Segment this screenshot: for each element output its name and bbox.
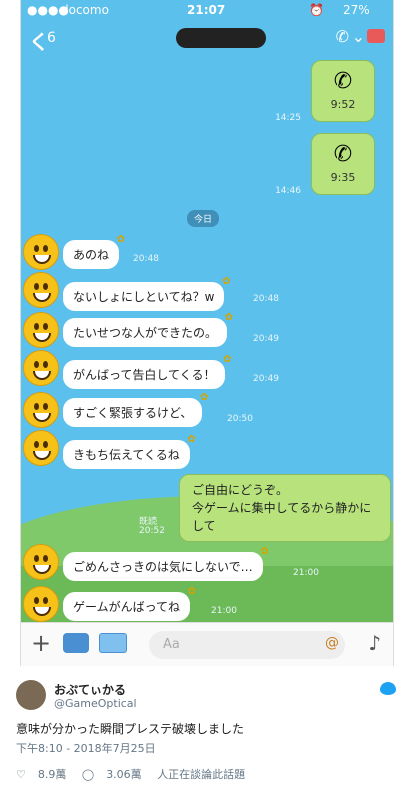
redacted-contact-name (176, 28, 266, 48)
message-bubble[interactable]: たいせつな人ができたの。 ✿ (63, 312, 233, 347)
unread-count: 6 (47, 30, 56, 46)
message-bubble[interactable]: すごく緊張するけど、 ✿ (63, 392, 208, 427)
avatar[interactable] (23, 234, 59, 270)
message-bubble[interactable]: ないしょにしといてね？w ✿ (63, 276, 230, 311)
avatar[interactable] (23, 544, 59, 580)
carrier: docomo (61, 3, 109, 17)
back-icon[interactable]: く (29, 26, 49, 55)
tweet-handle[interactable]: @GameOptical (54, 697, 137, 710)
image-icon[interactable] (99, 633, 127, 653)
twitter-bird-icon[interactable] (380, 682, 396, 695)
message-text: あのね (73, 248, 110, 262)
camera-icon[interactable] (63, 633, 89, 653)
phone-call-icon[interactable]: ✆ (336, 27, 349, 46)
menu-icon[interactable] (367, 29, 385, 43)
call-bubble[interactable]: ✆ 9:35 (311, 133, 375, 195)
chat-header: く 6 ✆ ⌄ (21, 20, 393, 58)
avatar[interactable] (23, 430, 59, 466)
like-count: 8.9萬 (37, 768, 67, 781)
phone-icon: ✆ (333, 69, 353, 94)
message-text: たいせつな人ができたの。 (73, 326, 218, 340)
sticker-icon[interactable]: @ (325, 635, 339, 651)
message-bubble[interactable]: ごめんさっきのは気にしないで… ✿ (63, 546, 269, 581)
bee-icon: ✿ (187, 434, 196, 445)
bee-icon: ✿ (187, 586, 197, 597)
message-bubble[interactable]: がんばって告白してくる！ ✿ (63, 354, 231, 389)
message-text: ないしょにしといてね？w (73, 290, 215, 304)
bee-icon: ✿ (200, 392, 209, 403)
bee-icon: ✿ (223, 354, 232, 365)
message-text: がんばって告白してくる！ (73, 368, 216, 382)
chevron-down-icon[interactable]: ⌄ (352, 27, 365, 46)
chat-screenshot: ●●●● docomo 21:07 ⏰ 27% く 6 ✆ ⌄ ✆ 9:52 1… (20, 0, 394, 666)
message-text: すごく緊張するけど、 (73, 406, 193, 420)
bee-icon: ✿ (116, 234, 126, 245)
tweet-author-name[interactable]: おぷてぃかる (54, 681, 126, 698)
bee-icon: ✿ (222, 276, 231, 287)
input-bar: + Aa @ ♪ (21, 622, 393, 666)
plus-icon[interactable]: + (31, 629, 51, 657)
message-time: 21:00 (211, 606, 237, 616)
tweet-date[interactable]: 下午8:10 - 2018年7月25日 (16, 740, 156, 756)
alarm-icon: ⏰ (309, 3, 324, 17)
battery-level: 27% (343, 3, 370, 17)
call-timestamp: 14:25 (275, 113, 301, 123)
clock: 21:07 (187, 3, 226, 17)
phone-icon: ✆ (333, 142, 353, 167)
message-bubble[interactable]: きもち伝えてくるね ✿ (63, 434, 196, 469)
call-duration: 9:52 (330, 98, 356, 111)
reply-count: 3.06萬 (106, 768, 142, 781)
call-duration: 9:35 (330, 171, 356, 184)
my-message-bubble[interactable]: ご自由にどうぞ。 今ゲームに集中してるから静かにして (179, 474, 391, 542)
status-bar: ●●●● docomo 21:07 ⏰ 27% (21, 0, 393, 20)
message-time: 20:52 (139, 526, 165, 536)
heart-icon[interactable]: ♡ (16, 768, 26, 781)
message-time: 20:48 (253, 294, 279, 304)
tweet-text: 意味が分かった瞬間プレステ破壊しました (16, 722, 245, 736)
talking-label[interactable]: 人正在談論此話題 (157, 768, 245, 781)
bee-icon: ✿ (260, 546, 269, 557)
date-separator: 今日 (187, 210, 220, 227)
message-time: 21:00 (293, 568, 319, 578)
message-time: 20:49 (253, 374, 279, 384)
bee-icon: ✿ (224, 312, 234, 323)
message-input[interactable]: Aa (149, 631, 345, 659)
tweet-stats: ♡ 8.9萬 ◯ 3.06萬 人正在談論此話題 (16, 766, 257, 782)
avatar[interactable] (23, 586, 59, 622)
message-time: 20:49 (253, 334, 279, 344)
avatar[interactable] (23, 272, 59, 308)
tweet-avatar[interactable] (16, 680, 46, 710)
message-time: 20:50 (227, 414, 253, 424)
call-timestamp: 14:46 (275, 186, 301, 196)
call-bubble[interactable]: ✆ 9:52 (311, 60, 375, 122)
message-text: ごめんさっきのは気にしないで… (73, 560, 253, 574)
avatar[interactable] (23, 350, 59, 386)
message-bubble[interactable]: ゲームがんばってね ✿ (63, 586, 196, 621)
avatar[interactable] (23, 392, 59, 428)
reply-icon[interactable]: ◯ (82, 768, 94, 781)
message-time: 20:48 (133, 254, 159, 264)
microphone-icon[interactable]: ♪ (368, 631, 381, 655)
message-bubble[interactable]: あのね ✿ (63, 234, 125, 269)
avatar[interactable] (23, 312, 59, 348)
message-text: ゲームがんばってね (73, 600, 181, 614)
message-text: きもち伝えてくるね (73, 448, 180, 462)
